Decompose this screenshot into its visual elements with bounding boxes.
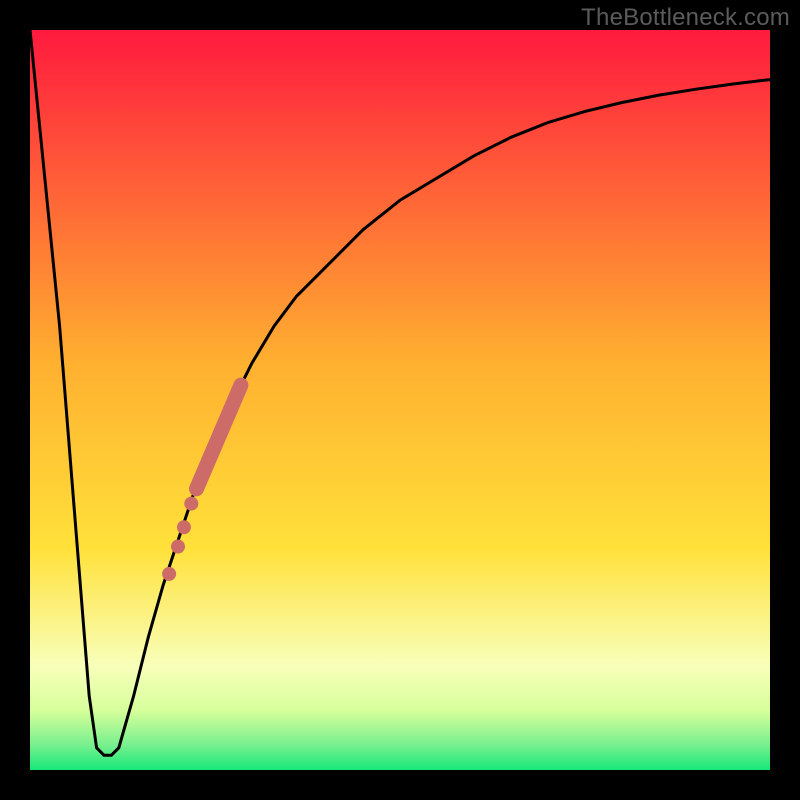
marker-dot (177, 520, 191, 534)
marker-dot (184, 497, 198, 511)
watermark-text: TheBottleneck.com (581, 4, 790, 32)
gradient-background (30, 30, 770, 770)
marker-dot (162, 567, 176, 581)
chart-canvas (30, 30, 770, 770)
plot-area (30, 30, 770, 770)
marker-dot (171, 540, 185, 554)
chart-frame: TheBottleneck.com (0, 0, 800, 800)
